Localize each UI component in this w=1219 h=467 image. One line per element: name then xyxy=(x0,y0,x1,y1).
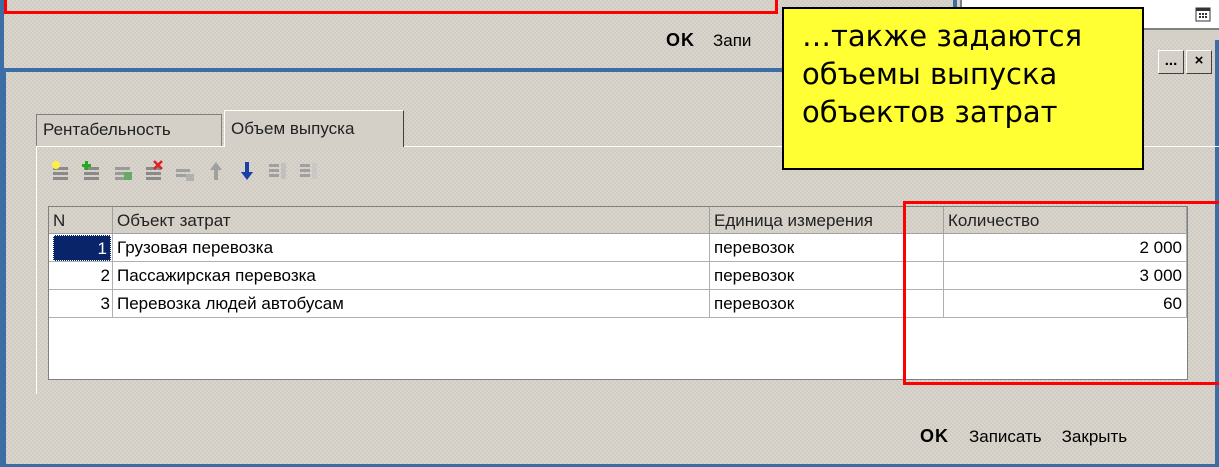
select-button[interactable]: ... xyxy=(1158,50,1184,74)
table-toolbar xyxy=(50,160,320,182)
sort-asc-icon[interactable] xyxy=(267,160,289,182)
popup-ok-button[interactable]: OK xyxy=(666,30,695,51)
row-number-cell[interactable]: 2 xyxy=(49,262,113,290)
popup-footer: OK Запи xyxy=(666,30,751,51)
callout-line: объемы выпуска xyxy=(802,57,1058,91)
popup-save-button[interactable]: Запи xyxy=(713,31,751,51)
tab-profitability[interactable]: Рентабельность xyxy=(36,114,222,146)
column-header-n[interactable]: N xyxy=(49,207,113,234)
callout-line: …также задаются xyxy=(802,19,1083,53)
calendar-icon[interactable] xyxy=(1195,6,1211,22)
annotation-callout: …также задаются объемы выпуска объектов … xyxy=(782,7,1144,170)
ok-button[interactable]: OK xyxy=(920,426,949,447)
row-number: 1 xyxy=(53,235,111,261)
delete-row-icon[interactable] xyxy=(143,160,165,182)
window-buttons: ... × xyxy=(1158,50,1212,74)
close-button[interactable]: Закрыть xyxy=(1062,427,1127,447)
callout-line: объектов затрат xyxy=(802,95,1058,129)
add-row-icon[interactable] xyxy=(50,160,72,182)
close-icon[interactable]: × xyxy=(1186,50,1212,74)
cost-object-cell[interactable]: Пассажирская перевозка xyxy=(113,262,710,290)
main-dialog-footer: OK Записать Закрыть xyxy=(920,426,1127,447)
cost-object-cell[interactable]: Грузовая перевозка xyxy=(113,234,710,262)
save-button[interactable]: Записать xyxy=(969,427,1042,447)
highlight-frame xyxy=(4,0,778,14)
cost-object-cell[interactable]: Перевозка людей автобусам xyxy=(113,290,710,318)
row-number-cell[interactable]: 3 xyxy=(49,290,113,318)
quantity-highlight-frame xyxy=(903,201,1219,385)
copy-row-icon[interactable] xyxy=(112,160,134,182)
column-header-cost-object[interactable]: Объект затрат xyxy=(113,207,710,234)
add-group-icon[interactable] xyxy=(81,160,103,182)
move-up-icon[interactable] xyxy=(205,160,227,182)
tab-output-volume[interactable]: Объем выпуска xyxy=(224,110,404,147)
row-number-cell[interactable]: 1 xyxy=(49,234,113,262)
fill-icon[interactable] xyxy=(174,160,196,182)
move-down-icon[interactable] xyxy=(236,160,258,182)
tab-label: Объем выпуска xyxy=(231,119,355,138)
sort-desc-icon[interactable] xyxy=(298,160,320,182)
tab-label: Рентабельность xyxy=(43,120,171,139)
